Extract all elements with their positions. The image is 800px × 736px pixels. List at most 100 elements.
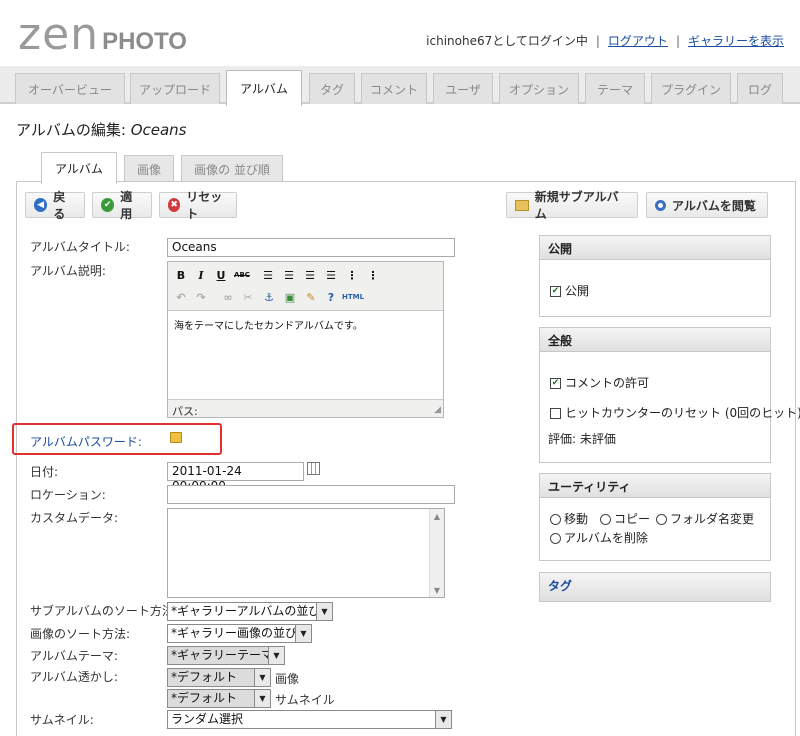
- rename-radio-row[interactable]: フォルダ名変更: [656, 510, 754, 527]
- cleanup-icon[interactable]: ✎: [303, 289, 319, 305]
- tab-users[interactable]: ユーザ: [433, 73, 493, 104]
- thumbnail-value: ランダム選択: [171, 712, 244, 726]
- subalbum-sort-select[interactable]: *ギャラリーアルバムの並び順 ▼: [167, 602, 333, 621]
- move-radio-row[interactable]: 移動: [550, 510, 588, 527]
- align-left-icon[interactable]: ☰: [260, 267, 276, 283]
- separator: |: [595, 33, 600, 48]
- album-title-input[interactable]: Oceans: [167, 238, 455, 257]
- publish-header: 公開: [540, 236, 770, 260]
- delete-radio[interactable]: [550, 533, 561, 544]
- link-icon[interactable]: ∞: [220, 289, 236, 305]
- publish-checkbox-row[interactable]: ✔ 公開: [550, 282, 589, 299]
- logout-link[interactable]: ログアウト: [608, 32, 668, 49]
- chevron-down-icon: ▼: [316, 603, 332, 620]
- apply-button[interactable]: ✔ 適用: [92, 190, 152, 221]
- watermark-thumb-select[interactable]: *デフォルト ▼: [167, 689, 271, 708]
- undo-icon[interactable]: ↶: [173, 289, 189, 305]
- underline-button[interactable]: U: [213, 267, 229, 283]
- redo-icon[interactable]: ↷: [193, 289, 209, 305]
- allow-comments-checkbox[interactable]: ✔: [550, 378, 561, 389]
- move-radio[interactable]: [550, 514, 561, 525]
- new-subalbum-label: 新規サブアルバム: [534, 190, 619, 221]
- date-input[interactable]: 2011-01-24 00:00:00: [167, 462, 304, 493]
- subtab-album[interactable]: アルバム: [41, 152, 117, 184]
- page-title: アルバムの編集: Oceans: [16, 119, 186, 140]
- publish-checkbox[interactable]: ✔: [550, 286, 561, 297]
- italic-button[interactable]: I: [193, 267, 209, 283]
- utilities-header: ユーティリティ: [540, 474, 770, 498]
- tab-themes[interactable]: テーマ: [585, 73, 645, 104]
- description-editor[interactable]: B I U ABC ☰ ☰ ☰ ☰ ⋮ ⋮ ↶ ↷ ∞ ✂ ⚓ ▣ ✎ ? HT…: [167, 261, 444, 418]
- tab-options[interactable]: オプション: [499, 73, 579, 104]
- watermark-image-select[interactable]: *デフォルト ▼: [167, 668, 271, 687]
- help-icon[interactable]: ?: [323, 289, 339, 305]
- view-gallery-link[interactable]: ギャラリーを表示: [688, 32, 784, 49]
- tab-comments[interactable]: コメント: [361, 73, 427, 104]
- custom-data-textarea[interactable]: ▲ ▼: [167, 508, 445, 598]
- logo-photo-text: PHOTO: [102, 28, 187, 55]
- allow-comments-row[interactable]: ✔ コメントの許可: [550, 374, 649, 391]
- tab-plugins[interactable]: プラグイン: [651, 73, 731, 104]
- general-box: 全般 ✔ コメントの許可 ヒットカウンターのリセット (0回のヒット) 評価: 未…: [539, 327, 800, 463]
- tags-box: タグ: [539, 572, 771, 602]
- theme-label: アルバムテーマ:: [30, 649, 118, 663]
- chevron-down-icon: ▼: [435, 711, 451, 728]
- align-center-icon[interactable]: ☰: [281, 267, 297, 283]
- scroll-up-icon[interactable]: ▲: [430, 509, 444, 523]
- copy-radio[interactable]: [600, 514, 611, 525]
- location-input[interactable]: [167, 485, 455, 504]
- strikethrough-button[interactable]: ABC: [234, 267, 250, 283]
- view-album-button[interactable]: アルバムを閲覧: [646, 192, 768, 218]
- copy-radio-row[interactable]: コピー: [600, 510, 650, 527]
- align-justify-icon[interactable]: ☰: [323, 267, 339, 283]
- view-icon: [655, 199, 666, 211]
- subtab-images[interactable]: 画像: [124, 155, 174, 182]
- apply-button-label: 適用: [120, 190, 133, 221]
- align-right-icon[interactable]: ☰: [302, 267, 318, 283]
- tab-upload[interactable]: アップロード: [130, 73, 220, 104]
- tab-logs[interactable]: ログ: [737, 73, 783, 104]
- chevron-down-icon: ▼: [254, 690, 270, 707]
- tab-albums[interactable]: アルバム: [226, 70, 302, 106]
- reset-hits-row[interactable]: ヒットカウンターのリセット (0回のヒット): [550, 404, 800, 421]
- reset-button[interactable]: ✖ リセット: [159, 190, 237, 221]
- reset-hits-checkbox[interactable]: [550, 408, 561, 419]
- theme-select[interactable]: *ギャラリーテーマ ▼: [167, 646, 285, 665]
- watermark-thumb-suffix: サムネイル: [275, 693, 335, 707]
- bullet-list-icon[interactable]: ⋮: [344, 267, 360, 283]
- move-label: 移動: [564, 512, 589, 526]
- delete-radio-row[interactable]: アルバムを削除: [550, 529, 648, 546]
- description-textarea[interactable]: 海をテーマにしたセカンドアルバムです。: [168, 310, 443, 400]
- scroll-down-icon[interactable]: ▼: [430, 583, 444, 597]
- calendar-icon[interactable]: [307, 462, 320, 475]
- anchor-icon[interactable]: ⚓: [261, 289, 277, 305]
- check-icon: ✔: [101, 198, 115, 212]
- tab-overview[interactable]: オーバービュー: [15, 73, 125, 104]
- image-sort-select[interactable]: *ギャラリー画像の並び順 ▼: [167, 624, 312, 643]
- unlink-icon[interactable]: ✂: [240, 289, 256, 305]
- new-subalbum-button[interactable]: 新規サブアルバム: [506, 190, 638, 221]
- image-icon[interactable]: ▣: [282, 289, 298, 305]
- view-album-label: アルバムを閲覧: [672, 198, 756, 213]
- bold-button[interactable]: B: [173, 267, 189, 283]
- chevron-down-icon: ▼: [295, 625, 311, 642]
- custom-data-scrollbar[interactable]: ▲ ▼: [429, 509, 444, 597]
- thumbnail-label: サムネイル:: [30, 713, 94, 727]
- password-label[interactable]: アルバムパスワード:: [30, 433, 142, 450]
- numbered-list-icon[interactable]: ⋮: [365, 267, 381, 283]
- resize-handle-icon[interactable]: ◢: [434, 405, 441, 415]
- tags-header[interactable]: タグ: [540, 573, 770, 601]
- chevron-down-icon: ▼: [268, 647, 284, 664]
- tab-tags[interactable]: タグ: [309, 73, 355, 104]
- image-sort-label: 画像のソート方法:: [30, 627, 131, 641]
- subtab-image-order[interactable]: 画像の 並び順: [181, 155, 283, 182]
- theme-value: *ギャラリーテーマ: [171, 648, 274, 662]
- thumbnail-select[interactable]: ランダム選択 ▼: [167, 710, 452, 729]
- allow-comments-label: コメントの許可: [565, 376, 650, 390]
- back-button[interactable]: ◀ 戻る: [25, 190, 85, 221]
- reset-button-label: リセット: [186, 190, 223, 221]
- html-source-button[interactable]: HTML: [341, 289, 365, 305]
- rename-radio[interactable]: [656, 514, 667, 525]
- editor-path-label: パス:: [172, 405, 198, 418]
- unlocked-lock-icon[interactable]: [170, 432, 182, 443]
